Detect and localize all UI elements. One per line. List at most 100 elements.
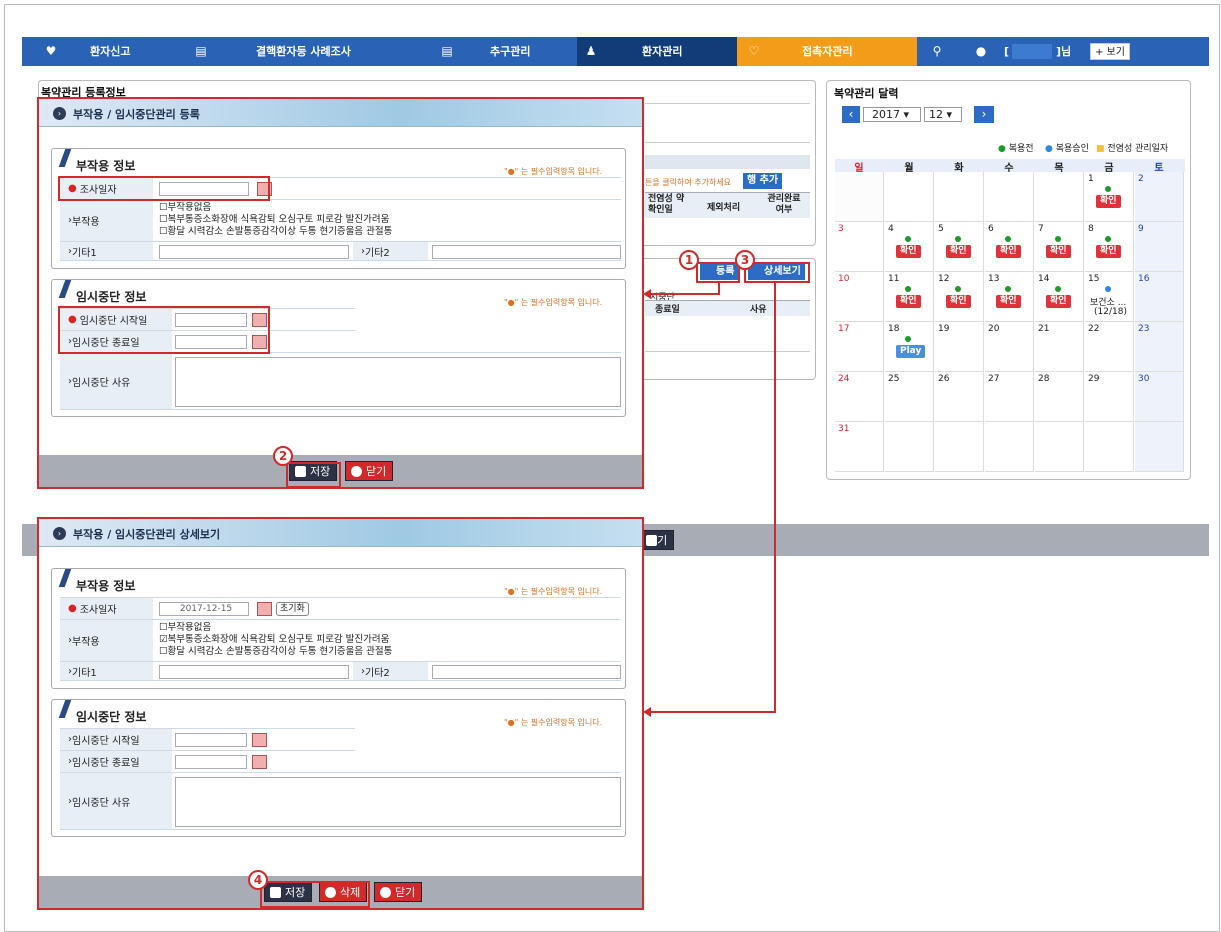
nav-item-followup[interactable]: 추구관리 bbox=[490, 37, 530, 66]
calendar-cell[interactable]: 15 보건소 ... (12/18) bbox=[1085, 272, 1134, 322]
calendar-cell[interactable]: 29 bbox=[1085, 372, 1134, 422]
calendar-cell[interactable]: 7 확인 bbox=[1035, 222, 1084, 272]
checkbox-group-2[interactable]: ☐황달 시력감소 손발통증감각이상 두통 현기증울음 관절통 bbox=[159, 646, 392, 657]
checkbox-group-2[interactable]: ☐황달 시력감소 손발통증감각이상 두통 현기증울음 관절통 bbox=[159, 226, 392, 237]
year-select[interactable]: 2017 ▾ bbox=[863, 107, 921, 122]
calendar-cell[interactable]: 21 bbox=[1035, 322, 1084, 372]
stop-reason-label: › 임시중단 사유 bbox=[60, 773, 172, 829]
modal-title: 부작용 / 임시중단관리 상세보기 bbox=[73, 528, 221, 541]
calendar-cell[interactable]: 24 bbox=[835, 372, 884, 422]
user-bracket-right: ]님 bbox=[1056, 45, 1072, 58]
row-add-button[interactable]: 행 추가 bbox=[743, 173, 783, 189]
stop-start-input[interactable] bbox=[175, 733, 247, 747]
legend-approved: ● 복용승인 bbox=[1045, 144, 1089, 154]
calendar-cell[interactable]: 18 Play bbox=[885, 322, 934, 372]
legend-infectious: ■ 전염성 관리일자 bbox=[1096, 144, 1169, 154]
register-modal: › 부작용 / 임시중단관리 등록 부작용 정보 "●" 는 필수입력항목 입니… bbox=[37, 97, 644, 489]
stop-reason-textarea[interactable] bbox=[175, 357, 621, 407]
stop-reason-label: › 임시중단 사유 bbox=[60, 353, 172, 409]
calendar-cell[interactable]: 17 bbox=[835, 322, 884, 372]
close-button[interactable]: 닫기 bbox=[345, 461, 394, 481]
calendar-cell[interactable]: 11 확인 bbox=[885, 272, 934, 322]
calendar-icon[interactable] bbox=[252, 733, 267, 747]
calendar-cell bbox=[985, 422, 1034, 472]
section-marker bbox=[58, 700, 72, 718]
calendar-title: 복약관리 달력 bbox=[834, 87, 899, 100]
stop-reason-row: › 임시중단 사유 bbox=[60, 772, 621, 830]
calendar-cell[interactable]: 3 bbox=[835, 222, 884, 272]
nav-item-patient-mgmt[interactable]: 환자관리 bbox=[642, 37, 682, 66]
highlight-register bbox=[696, 262, 740, 283]
calendar-cell[interactable]: 31 bbox=[835, 422, 884, 472]
calendar-cell bbox=[985, 172, 1034, 222]
survey-date-input[interactable]: 2017-12-15 bbox=[159, 602, 249, 616]
calendar-cell[interactable]: 12 확인 bbox=[935, 272, 984, 322]
calendar-cell[interactable]: 26 bbox=[935, 372, 984, 422]
calendar-cell[interactable]: 8 확인 bbox=[1085, 222, 1134, 272]
calendar-cell[interactable]: 14 확인 bbox=[1035, 272, 1084, 322]
arrow-line bbox=[774, 283, 776, 712]
bg-close-button[interactable]: 닫기 bbox=[640, 530, 675, 550]
nav-item-report[interactable]: 환자신고 bbox=[90, 37, 130, 66]
checkbox-group-1[interactable]: ☐복부통증소화장애 식욕감퇴 오심구토 피로감 발진가려움 bbox=[159, 214, 389, 225]
calendar-icon[interactable] bbox=[252, 755, 267, 769]
nav-item-case-survey[interactable]: 결핵환자등 사례조사 bbox=[256, 37, 351, 66]
month-select[interactable]: 12 ▾ bbox=[924, 107, 962, 122]
etc1-input[interactable] bbox=[159, 665, 349, 679]
calendar-weekday-header: 일 월 화 수 목 금 토 bbox=[835, 159, 1185, 174]
step-2-marker: 2 bbox=[273, 446, 293, 466]
etc1-label: › 기타1 bbox=[60, 242, 153, 260]
calendar-cell bbox=[1035, 172, 1084, 222]
etc2-input[interactable] bbox=[432, 665, 621, 679]
highlight-save-delete bbox=[260, 881, 370, 908]
highlight-stop-dates bbox=[58, 306, 270, 354]
calendar-cell[interactable]: 23 bbox=[1135, 322, 1184, 372]
calendar-cell[interactable]: 19 bbox=[935, 322, 984, 372]
checkbox-group-1[interactable]: ☑복부통증소화장애 식욕감퇴 오심구토 피로감 발진가려움 bbox=[159, 634, 389, 645]
etc2-input[interactable] bbox=[432, 245, 621, 259]
calendar-grid: 1 확인 2 3 4 확인 5 확인 6 확인 7 확인 8 확인 9 10 11 확인 12… bbox=[835, 172, 1185, 474]
nav-item-contact-mgmt[interactable]: 접촉자관리 bbox=[802, 37, 853, 66]
calendar-cell[interactable]: 5 확인 bbox=[935, 222, 984, 272]
modal-header: › 부작용 / 임시중단관리 상세보기 bbox=[39, 519, 642, 547]
prev-month-button[interactable]: ‹ bbox=[842, 106, 860, 123]
stop-table-body bbox=[645, 316, 810, 352]
checkbox-none[interactable]: ☐부작용없음 bbox=[159, 622, 211, 633]
calendar-cell[interactable]: 20 bbox=[985, 322, 1034, 372]
stop-end-input[interactable] bbox=[175, 755, 247, 769]
etc1-input[interactable] bbox=[159, 245, 349, 259]
survey-date-row: ● 조사일자 2017-12-15 초기화 bbox=[60, 597, 621, 619]
calendar-cell[interactable]: 6 확인 bbox=[985, 222, 1034, 272]
calendar-cell[interactable]: 4 확인 bbox=[885, 222, 934, 272]
calendar-cell[interactable]: 9 bbox=[1135, 222, 1184, 272]
col-infectious-check: 전염성 약확인일 bbox=[648, 194, 685, 215]
arrow-circle-icon: › bbox=[53, 527, 66, 540]
stop-reason-textarea[interactable] bbox=[175, 777, 621, 827]
calendar-cell[interactable]: 30 bbox=[1135, 372, 1184, 422]
checkbox-none[interactable]: ☐부작용없음 bbox=[159, 202, 211, 213]
calendar-cell[interactable]: 22 bbox=[1085, 322, 1134, 372]
etc1-label: › 기타1 bbox=[60, 662, 153, 680]
calendar-cell[interactable]: 27 bbox=[985, 372, 1034, 422]
stop-end-row: › 임시중단 종료일 bbox=[60, 750, 355, 772]
calendar-cell[interactable]: 28 bbox=[1035, 372, 1084, 422]
calendar-cell[interactable]: 10 bbox=[835, 272, 884, 322]
heart-hands-icon: ♡ bbox=[748, 44, 760, 58]
side-effect-label: › 부작용 bbox=[60, 200, 153, 241]
calendar-cell[interactable]: 13 확인 bbox=[985, 272, 1034, 322]
more-button[interactable]: + 보기 bbox=[1090, 43, 1130, 60]
calendar-icon[interactable] bbox=[257, 602, 272, 616]
next-month-button[interactable]: › bbox=[974, 106, 994, 123]
calendar-cell[interactable]: 16 bbox=[1135, 272, 1184, 322]
calendar-cell bbox=[1035, 422, 1084, 472]
reset-button[interactable]: 초기화 bbox=[276, 602, 309, 616]
calendar-cell[interactable]: 25 bbox=[885, 372, 934, 422]
calendar-cell[interactable]: 2 bbox=[1135, 172, 1184, 222]
search-icon[interactable]: ⚲ bbox=[930, 44, 944, 58]
section-title: 부작용 정보 bbox=[76, 579, 136, 593]
calendar-cell[interactable]: 1 확인 bbox=[1085, 172, 1134, 222]
stop-start-label: › 임시중단 시작일 bbox=[60, 729, 172, 750]
close-button[interactable]: 닫기 bbox=[374, 882, 423, 902]
etc-row: › 기타1 › 기타2 bbox=[60, 661, 621, 681]
calendar-cell bbox=[935, 172, 984, 222]
